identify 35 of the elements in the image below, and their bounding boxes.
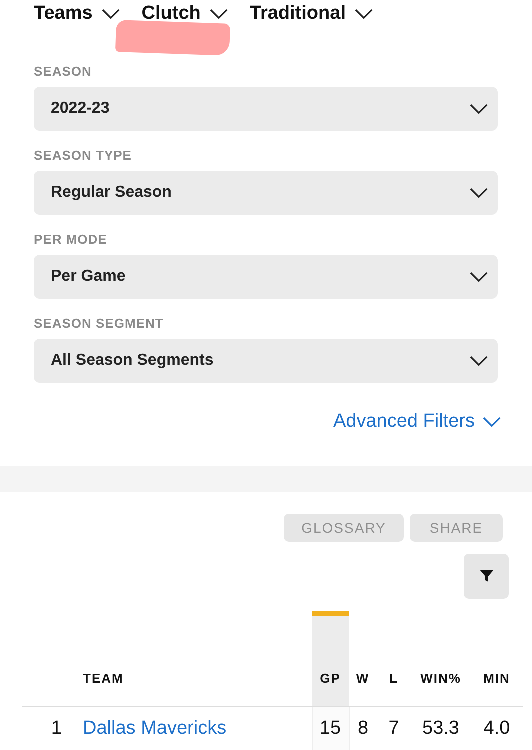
chevron-icon — [470, 188, 488, 198]
advanced-filters-link[interactable]: Advanced Filters — [333, 410, 501, 434]
chevron-icon — [483, 416, 501, 428]
select-dropdown[interactable]: Per Game — [34, 255, 498, 299]
filter-label: SEASON — [34, 64, 93, 80]
filter-icon — [480, 570, 494, 583]
chevron-icon — [354, 8, 373, 20]
filter-label: PER MODE — [34, 232, 108, 248]
chevron-icon — [210, 8, 228, 20]
chevron-icon — [470, 104, 488, 114]
chevron-icon — [102, 8, 120, 20]
chevron-icon — [470, 356, 488, 366]
select-dropdown[interactable]: Regular Season — [34, 171, 498, 215]
column-header[interactable]: WIN% — [420, 671, 462, 686]
column-header[interactable]: L — [390, 671, 398, 686]
filter-button[interactable] — [464, 554, 509, 599]
nav-dropdown[interactable]: Teams — [34, 2, 120, 26]
filter-label: SEASON TYPE — [34, 148, 133, 164]
table-cell: 15 — [320, 718, 342, 738]
table-cell: 7 — [388, 718, 400, 738]
nav-dropdown[interactable]: Clutch — [142, 2, 228, 26]
column-header[interactable]: TEAM — [83, 671, 124, 686]
column-header[interactable]: MIN — [484, 671, 510, 686]
column-header[interactable]: GP — [320, 671, 341, 686]
nav-dropdown[interactable]: Traditional — [250, 2, 373, 26]
filter-label: SEASON SEGMENT — [34, 316, 165, 332]
rank-cell: 1 — [51, 718, 62, 738]
table-cell: 8 — [358, 718, 369, 738]
table-cell: 53.3 — [422, 718, 460, 738]
select-dropdown[interactable]: All Season Segments — [34, 339, 498, 383]
select-dropdown[interactable]: 2022-23 — [34, 87, 498, 131]
table-cell: 4.0 — [484, 718, 510, 738]
column-header[interactable]: W — [356, 671, 370, 686]
team-link[interactable]: Dallas Mavericks — [83, 718, 227, 738]
chevron-icon — [470, 272, 488, 282]
